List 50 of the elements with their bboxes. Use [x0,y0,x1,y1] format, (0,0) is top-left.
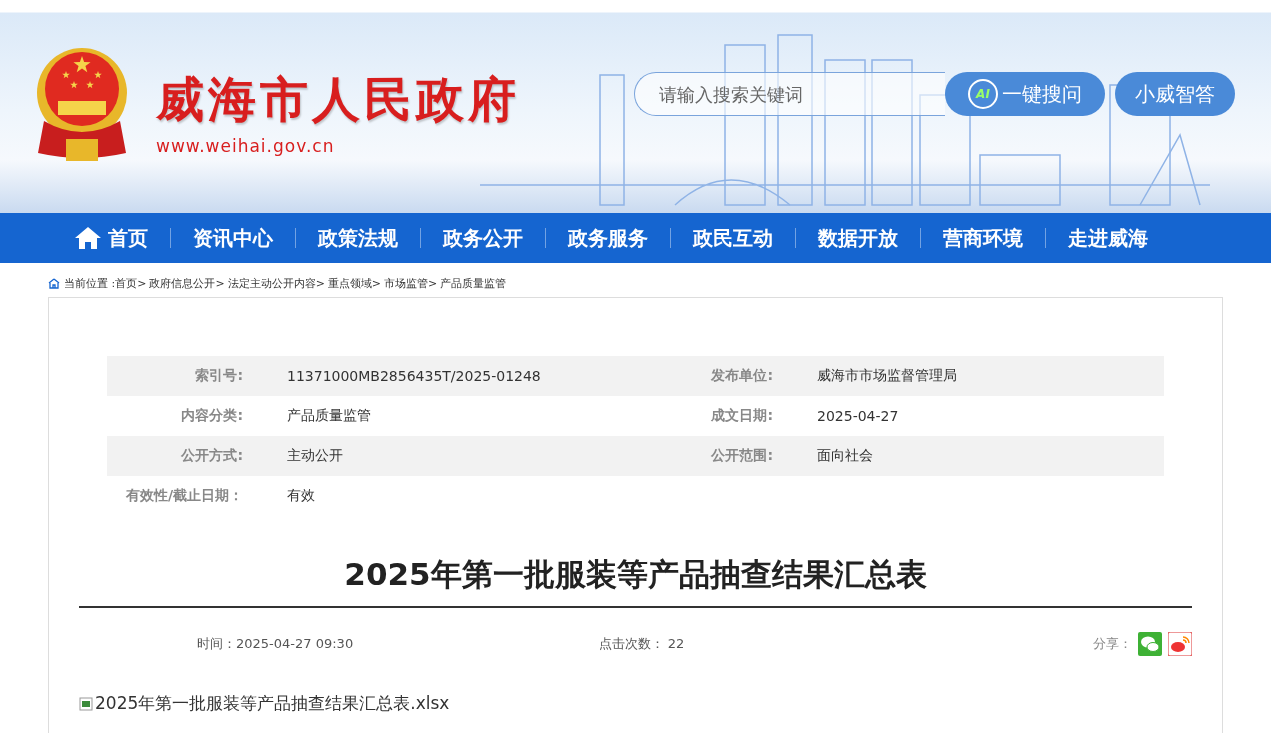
nav-item[interactable]: 资讯中心 [171,224,295,252]
assistant-button[interactable]: 小威智答 [1115,72,1235,116]
nav-item[interactable]: 政策法规 [296,224,420,252]
nav-item[interactable]: 走进威海 [1046,224,1170,252]
publish-time: 时间：2025-04-27 09:30 [197,635,355,653]
view-count: 点击次数： 22 [597,635,686,653]
breadcrumb-label: 当前位置 : [64,275,116,291]
info-value: 威海市市场监督管理局 [816,367,958,385]
info-value: 11371000MB2856435T/2025-01248 [286,368,542,384]
site-title: 威海市人民政府 [156,69,520,129]
weibo-icon[interactable] [1168,632,1192,656]
breadcrumb-separator: > [137,276,147,290]
breadcrumb-link[interactable]: 重点领域 [327,275,372,291]
info-value: 有效 [286,487,316,505]
info-label: 成文日期: [710,407,774,425]
ai-search-button[interactable]: AI 一键搜问 [945,72,1105,116]
info-label: 公开方式: [180,447,244,465]
breadcrumb-link[interactable]: 市场监管 [384,275,429,291]
info-label: 索引号: [194,367,244,385]
share-label: 分享： [1093,635,1132,653]
home-icon [48,277,60,289]
article-title: 2025年第一批服装等产品抽查结果汇总表 [79,554,1192,608]
spreadsheet-file-icon [79,696,93,711]
breadcrumb-link[interactable]: 首页 [115,275,138,291]
breadcrumb-link[interactable]: 法定主动公开内容 [227,275,316,291]
wechat-icon[interactable] [1138,632,1162,656]
nav-item[interactable]: 首页 [52,224,170,252]
attachment-link[interactable]: 2025年第一批服装等产品抽查结果汇总表.xlsx [79,692,1192,715]
info-label: 内容分类: [180,407,244,425]
nav-item[interactable]: 政务服务 [546,224,670,252]
breadcrumb-separator: > [215,276,225,290]
info-value: 2025-04-27 [816,408,900,424]
info-label: 公开范围: [710,447,774,465]
breadcrumb-separator: > [315,276,325,290]
breadcrumb-separator: > [371,276,382,290]
info-value: 主动公开 [286,447,344,465]
breadcrumb-link[interactable]: 产品质量监管 [440,275,507,291]
nav-item[interactable]: 营商环境 [921,224,1045,252]
info-label: 有效性/截止日期： [124,487,244,505]
info-value: 产品质量监管 [286,407,372,425]
home-icon [74,226,102,250]
nav-item[interactable]: 政务公开 [421,224,545,252]
breadcrumb-separator: > [428,276,438,290]
site-url: www.weihai.gov.cn [156,135,336,156]
nav-item[interactable]: 数据开放 [796,224,920,252]
info-value: 面向社会 [816,447,874,465]
info-label: 发布单位: [710,367,774,385]
nav-item[interactable]: 政民互动 [671,224,795,252]
search-field[interactable]: 请输入搜索关键词 [634,72,945,116]
breadcrumb-link[interactable]: 政府信息公开 [149,275,216,291]
